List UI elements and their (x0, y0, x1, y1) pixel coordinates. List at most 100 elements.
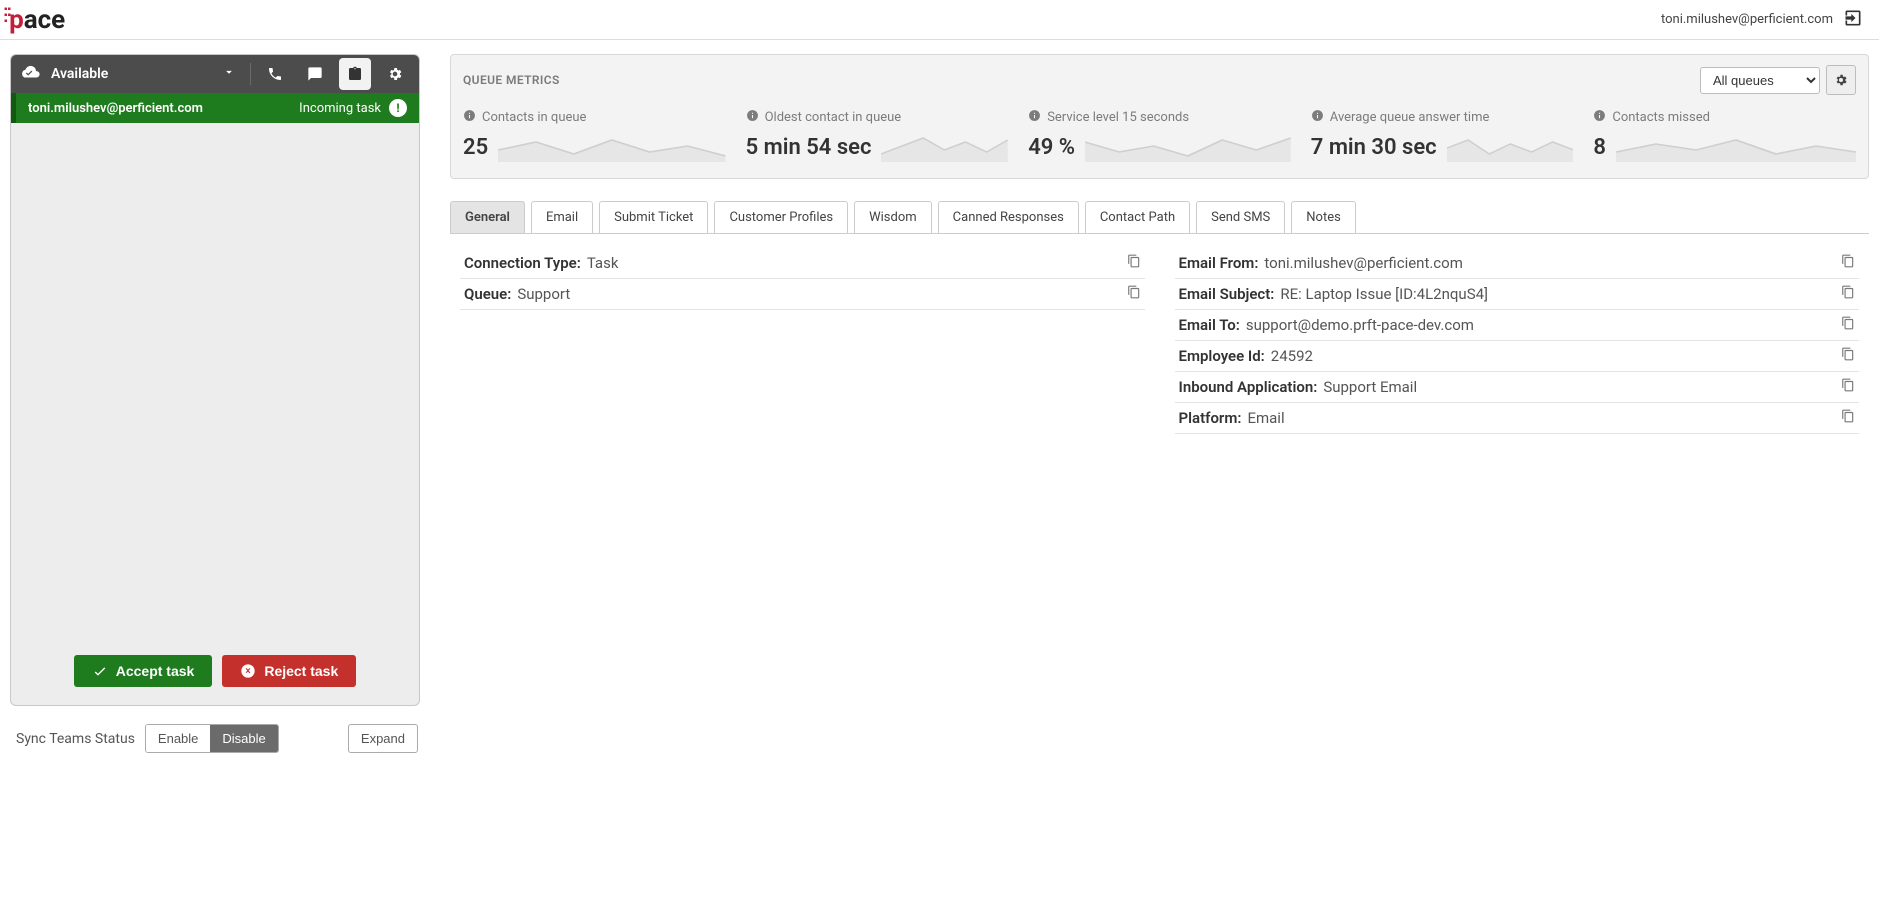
logout-icon[interactable] (1843, 8, 1863, 32)
sparkline (1616, 132, 1856, 162)
general-left-column: Connection Type: Task Queue: Support (460, 248, 1145, 434)
sparkline (881, 132, 1008, 162)
sync-enable-button[interactable]: Enable (146, 725, 210, 752)
copy-icon[interactable] (1841, 316, 1855, 334)
info-icon (463, 109, 476, 126)
reject-task-button[interactable]: Reject task (222, 655, 356, 687)
agent-status-label: Available (51, 66, 108, 82)
copy-icon[interactable] (1841, 254, 1855, 272)
info-key: Queue: (464, 285, 511, 303)
task-contact: toni.milushev@perficient.com (28, 101, 203, 116)
ccp-panel: Available ton (10, 54, 420, 706)
agent-status-selector[interactable]: Available (19, 64, 214, 84)
info-key: Employee Id: (1179, 347, 1265, 365)
sync-status-label: Sync Teams Status (16, 731, 135, 747)
metric-value: 8 (1593, 135, 1606, 160)
tab-wisdom[interactable]: Wisdom (854, 201, 932, 233)
metric-item: Contacts missed 8 (1593, 109, 1856, 162)
metric-label: Service level 15 seconds (1047, 110, 1189, 125)
task-body (11, 123, 419, 641)
sparkline (1085, 132, 1291, 162)
general-right-column: Email From: toni.milushev@perficient.com… (1175, 248, 1860, 434)
logo-text-red: p (9, 5, 24, 35)
metrics-settings-button[interactable] (1826, 65, 1856, 95)
sparkline (1447, 132, 1574, 162)
gear-icon (1834, 73, 1848, 87)
logo: ▪▪▪▪▪ pace (4, 5, 65, 35)
copy-icon[interactable] (1841, 378, 1855, 396)
info-key: Email To: (1179, 316, 1240, 334)
close-circle-icon (240, 663, 256, 679)
info-row: Email From: toni.milushev@perficient.com (1175, 248, 1860, 279)
top-header: ▪▪▪▪▪ pace toni.milushev@perficient.com (0, 0, 1879, 40)
tab-notes[interactable]: Notes (1291, 201, 1356, 233)
queue-select[interactable]: All queues (1700, 67, 1820, 94)
task-actions: Accept task Reject task (11, 641, 419, 705)
info-row: Email Subject: RE: Laptop Issue [ID:4L2n… (1175, 279, 1860, 310)
copy-icon[interactable] (1841, 347, 1855, 365)
info-key: Inbound Application: (1179, 378, 1318, 396)
chevron-down-icon[interactable] (222, 65, 236, 83)
info-icon (1593, 109, 1606, 126)
tab-general[interactable]: General (450, 201, 525, 233)
tab-submit-ticket[interactable]: Submit Ticket (599, 201, 708, 233)
info-key: Email Subject: (1179, 285, 1275, 303)
metric-item: Service level 15 seconds 49 % (1028, 109, 1291, 162)
info-value: 24592 (1271, 347, 1313, 365)
copy-icon[interactable] (1841, 285, 1855, 303)
chat-channel-button[interactable] (299, 58, 331, 90)
sync-toggle-group: Enable Disable (145, 724, 279, 753)
divider (250, 63, 251, 85)
info-value: Support Email (1323, 378, 1417, 396)
info-value: Task (587, 254, 619, 272)
tab-set: GeneralEmailSubmit TicketCustomer Profil… (450, 201, 1869, 233)
ccp-topbar: Available (11, 55, 419, 93)
tab-customer-profiles[interactable]: Customer Profiles (714, 201, 848, 233)
accept-task-label: Accept task (116, 663, 195, 679)
info-key: Platform: (1179, 409, 1242, 427)
info-icon (1028, 109, 1041, 126)
task-channel-button[interactable] (339, 58, 371, 90)
info-key: Connection Type: (464, 254, 581, 272)
tab-email[interactable]: Email (531, 201, 593, 233)
metric-item: Oldest contact in queue 5 min 54 sec (746, 109, 1009, 162)
metric-label: Oldest contact in queue (765, 110, 902, 125)
copy-icon[interactable] (1127, 285, 1141, 303)
copy-icon[interactable] (1841, 409, 1855, 427)
tab-contact-path[interactable]: Contact Path (1085, 201, 1190, 233)
expand-button[interactable]: Expand (348, 724, 418, 753)
tab-send-sms[interactable]: Send SMS (1196, 201, 1285, 233)
cloud-check-icon (19, 64, 41, 84)
info-key: Email From: (1179, 254, 1259, 272)
info-row: Employee Id: 24592 (1175, 341, 1860, 372)
sparkline (498, 132, 725, 162)
copy-icon[interactable] (1127, 254, 1141, 272)
logo-text-rest: ace (24, 5, 66, 35)
info-row: Connection Type: Task (460, 248, 1145, 279)
info-icon (746, 109, 759, 126)
tab-canned-responses[interactable]: Canned Responses (938, 201, 1079, 233)
metric-label: Contacts missed (1612, 110, 1710, 125)
info-row: Inbound Application: Support Email (1175, 372, 1860, 403)
sync-disable-button[interactable]: Disable (210, 725, 277, 752)
task-status: Incoming task (299, 101, 381, 116)
accept-task-button[interactable]: Accept task (74, 655, 213, 687)
tab-content-general: Connection Type: Task Queue: Support Ema… (450, 233, 1869, 448)
info-value: RE: Laptop Issue [ID:4L2nquS4] (1280, 285, 1488, 303)
metric-item: Average queue answer time 7 min 30 sec (1311, 109, 1574, 162)
queue-metrics-title: QUEUE METRICS (463, 73, 560, 87)
incoming-task-banner[interactable]: toni.milushev@perficient.com Incoming ta… (11, 93, 419, 123)
header-user: toni.milushev@perficient.com (1661, 8, 1863, 32)
metric-label: Contacts in queue (482, 110, 586, 125)
info-row: Platform: Email (1175, 403, 1860, 434)
queue-metrics-card: QUEUE METRICS All queues Contacts in que… (450, 54, 1869, 179)
left-footer: Sync Teams Status Enable Disable Expand (10, 706, 420, 755)
metric-value: 25 (463, 135, 488, 160)
metrics-row: Contacts in queue 25 Oldest contact in q… (463, 109, 1856, 162)
settings-button[interactable] (379, 58, 411, 90)
info-icon (1311, 109, 1324, 126)
info-value: Support (517, 285, 570, 303)
metric-value: 5 min 54 sec (746, 135, 872, 160)
alert-icon: ! (389, 99, 407, 117)
phone-channel-button[interactable] (259, 58, 291, 90)
